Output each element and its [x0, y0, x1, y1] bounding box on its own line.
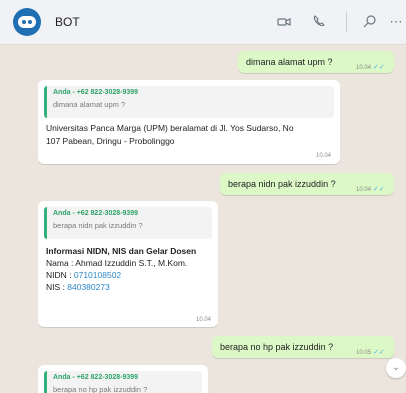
outgoing-message[interactable]: dimana alamat upm ? 10.04 ✓✓: [238, 51, 394, 73]
incoming-message[interactable]: Anda - +62 822-3028-9399 dimana alamat u…: [38, 80, 340, 164]
chat-title[interactable]: BOT: [55, 15, 80, 29]
incoming-message[interactable]: Anda - +62 822-3028-9399 berapa nidn pak…: [38, 201, 218, 327]
quoted-message[interactable]: Anda - +62 822-3028-9399 berapa nidn pak…: [44, 207, 212, 239]
voice-call-icon[interactable]: [311, 14, 327, 30]
time-text: 10.05: [356, 350, 372, 356]
more-icon[interactable]: ⋯: [388, 14, 404, 30]
message-time: 10.04 ✓✓: [356, 185, 385, 193]
message-time: 10.04: [196, 317, 212, 323]
message-list[interactable]: dimana alamat upm ? 10.04 ✓✓ Anda - +62 8…: [0, 45, 406, 393]
message-time: 10.05 ✓✓: [356, 348, 385, 356]
message-body: Informasi NIDN, NIS dan Gelar Dosen Nama…: [46, 245, 210, 293]
quote-text: berapa no hp pak izzuddin ?: [53, 385, 148, 393]
double-check-icon: ✓✓: [373, 186, 385, 193]
quote-sender: Anda - +62 822-3028-9399: [53, 89, 139, 96]
nidn-label: NIDN :: [46, 270, 74, 280]
message-line: 107 Pabean, Dringu - Probolinggo: [46, 136, 175, 146]
nis-value[interactable]: 840380273: [67, 282, 110, 292]
outgoing-message[interactable]: berapa no hp pak izzuddin ? 10.05 ✓✓: [212, 336, 394, 358]
quoted-message[interactable]: Anda - +62 822-3028-9399 berapa no hp pa…: [44, 371, 202, 393]
quote-sender: Anda - +62 822-3028-9399: [53, 210, 139, 217]
outgoing-message[interactable]: berapa nidn pak izzuddin ? 10.04 ✓✓: [220, 173, 394, 195]
nama-row: Nama : Ahmad Izzuddin S.T., M.Kom.: [46, 257, 210, 269]
nidn-value[interactable]: 0710108502: [74, 270, 121, 280]
message-line: Universitas Panca Marga (UPM) beralamat …: [46, 123, 294, 133]
nis-label: NIS :: [46, 282, 68, 292]
time-text: 10.04: [356, 187, 372, 193]
incoming-message[interactable]: Anda - +62 822-3028-9399 berapa no hp pa…: [38, 365, 208, 393]
quote-sender: Anda - +62 822-3028-9399: [53, 374, 139, 381]
info-heading: Informasi NIDN, NIS dan Gelar Dosen: [46, 246, 197, 256]
chat-window: BOT ⋯ dimana alamat upm ? 10.04 ✓✓ Anda -…: [0, 0, 406, 393]
search-icon[interactable]: [362, 14, 378, 30]
double-check-icon: ✓✓: [373, 349, 385, 356]
message-text: berapa no hp pak izzuddin ?: [220, 342, 334, 352]
nis-row: NIS : 840380273: [46, 281, 210, 293]
scroll-down-button[interactable]: ⌄: [386, 358, 406, 378]
chevron-down-icon: ⌄: [391, 362, 401, 373]
robot-icon: [18, 16, 36, 28]
chat-header: BOT ⋯: [0, 0, 406, 45]
nama-value: Ahmad Izzuddin S.T., M.Kom.: [75, 258, 188, 268]
message-text: dimana alamat upm ?: [246, 57, 333, 67]
message-text: berapa nidn pak izzuddin ?: [228, 179, 336, 189]
quoted-message[interactable]: Anda - +62 822-3028-9399 dimana alamat u…: [44, 86, 334, 118]
nidn-row: NIDN : 0710108502: [46, 269, 210, 281]
quote-text: dimana alamat upm ?: [53, 100, 126, 109]
message-time: 10.04: [316, 153, 332, 159]
message-body: Universitas Panca Marga (UPM) beralamat …: [46, 122, 332, 148]
nama-label: Nama :: [46, 258, 76, 268]
video-call-icon[interactable]: [276, 14, 292, 30]
header-divider: [346, 12, 347, 32]
double-check-icon: ✓✓: [373, 64, 385, 71]
time-text: 10.04: [356, 65, 372, 71]
message-time: 10.04 ✓✓: [356, 63, 385, 71]
quote-text: berapa nidn pak izzuddin ?: [53, 221, 143, 230]
bot-avatar[interactable]: [13, 8, 41, 36]
